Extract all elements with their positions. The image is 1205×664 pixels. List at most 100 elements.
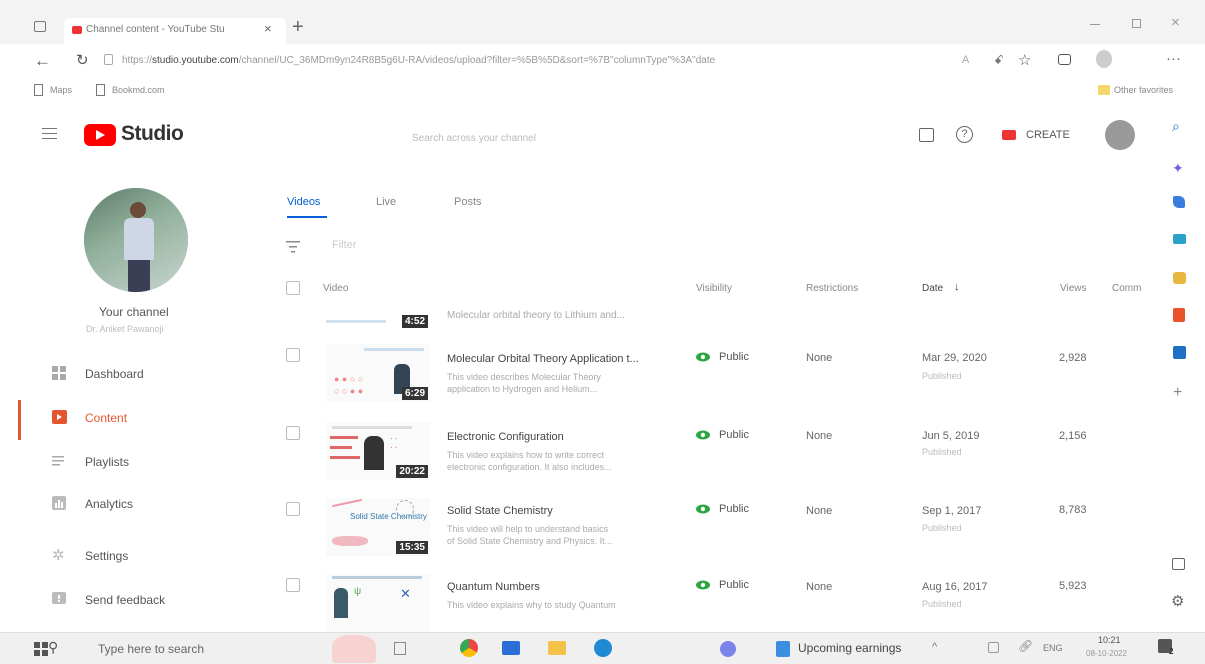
video-thumbnail[interactable]: 4:52 [324, 306, 430, 330]
visibility-value[interactable]: Public [719, 503, 749, 515]
maximize-icon[interactable] [1132, 19, 1141, 28]
refresh-icon[interactable]: ↻ [76, 51, 89, 69]
chrome-icon[interactable] [460, 639, 478, 657]
sparkle-icon[interactable]: ✦ [1172, 160, 1184, 177]
read-aloud-icon[interactable]: A [962, 54, 969, 66]
video-description: of Solid State Chemistry and Physics. It… [447, 536, 613, 546]
language-indicator[interactable]: ENG [1043, 643, 1063, 653]
video-title[interactable]: Molecular Orbital Theory Application t..… [447, 353, 667, 365]
tab-actions-icon[interactable] [34, 21, 46, 32]
favorite-maps[interactable]: Maps [50, 85, 72, 95]
col-date[interactable]: Date [922, 283, 943, 294]
tab-posts[interactable]: Posts [454, 196, 482, 208]
video-thumbnail[interactable]: ψ ✕ [326, 574, 430, 632]
video-thumbnail[interactable]: · · · · 20:22 [326, 422, 430, 480]
search-icon[interactable]: ⌕ [1172, 118, 1180, 135]
teams-icon[interactable] [720, 641, 736, 657]
collections-icon[interactable] [1058, 54, 1071, 65]
briefcase-icon[interactable] [1173, 234, 1186, 244]
row-checkbox[interactable] [286, 578, 300, 592]
search-highlight-image[interactable] [332, 635, 376, 663]
taskbar-search-input[interactable]: Type here to search [98, 642, 204, 656]
select-all-checkbox[interactable] [286, 281, 300, 295]
video-title[interactable]: Quantum Numbers [447, 581, 667, 593]
tab-live[interactable]: Live [376, 196, 396, 208]
account-avatar[interactable] [1105, 120, 1135, 150]
address-bar[interactable]: https://studio.youtube.com/channel/UC_36… [122, 55, 922, 66]
table-row[interactable]: ● ● ○ ○ ○ ○ ● ● 6:29 Molecular Orbital T… [270, 340, 1150, 410]
col-visibility: Visibility [696, 283, 732, 294]
sidebar-item-label: Analytics [85, 497, 134, 511]
outlook-icon[interactable] [1173, 346, 1186, 359]
close-tab-icon[interactable]: × [264, 21, 272, 36]
hamburger-menu-icon[interactable] [42, 128, 57, 139]
news-icon[interactable] [776, 641, 790, 657]
add-icon[interactable]: + [1173, 384, 1182, 402]
visibility-value[interactable]: Public [719, 579, 749, 591]
sidebar-panel-icon[interactable] [1172, 558, 1185, 570]
settings-gear-icon[interactable]: ⚙ [1171, 592, 1184, 610]
file-explorer-icon[interactable] [548, 641, 566, 655]
sort-arrow-down-icon[interactable]: ↓ [954, 281, 960, 293]
row-checkbox[interactable] [286, 502, 300, 516]
news-widget[interactable]: Upcoming earnings [798, 641, 901, 655]
channel-avatar[interactable] [84, 188, 188, 292]
link-icon[interactable]: 🔗︎ [1018, 639, 1033, 653]
browser-tab[interactable]: Channel content - YouTube Stu × [64, 18, 286, 44]
visibility-value[interactable]: Public [719, 351, 749, 363]
channel-search-input[interactable]: Search across your channel [412, 133, 536, 144]
table-row[interactable]: Solid State Chemistry 15:35 Solid State … [270, 494, 1150, 564]
table-row[interactable]: · · · · 20:22 Electronic Configuration Th… [270, 418, 1150, 488]
active-tab-underline [287, 216, 327, 218]
sidebar-item-analytics[interactable]: Analytics [0, 486, 270, 526]
sidebar-item-send-feedback[interactable]: Send feedback [0, 582, 270, 622]
sidebar-item-dashboard[interactable]: Dashboard [0, 356, 270, 396]
video-title[interactable]: Molecular orbital theory to Lithium and.… [447, 310, 625, 321]
chevron-up-icon[interactable]: ^ [932, 641, 937, 653]
visibility-value[interactable]: Public [719, 429, 749, 441]
new-tab-button[interactable]: + [292, 16, 304, 39]
task-view-icon[interactable] [394, 642, 406, 655]
public-eye-icon [696, 504, 710, 514]
video-thumbnail[interactable]: Solid State Chemistry 15:35 [326, 498, 430, 556]
edge-browser-icon[interactable] [594, 639, 612, 657]
table-row[interactable]: 4:52 Molecular orbital theory to Lithium… [270, 306, 1150, 330]
active-indicator [18, 400, 21, 440]
row-checkbox[interactable] [286, 348, 300, 362]
windows-start-icon[interactable] [34, 642, 48, 656]
url-path: /channel/UC_36MDm9yn24R8B5g6U-RA/videos/… [238, 55, 716, 66]
more-options-icon[interactable]: ··· [1166, 50, 1181, 67]
favorites-star-icon[interactable]: ☆ [1018, 51, 1031, 69]
sidebar-item-label: Playlists [85, 455, 130, 469]
other-favorites[interactable]: Other favorites [1114, 85, 1173, 95]
profile-icon[interactable] [1096, 50, 1112, 68]
filter-bar[interactable]: Filter [270, 232, 1150, 260]
video-description: This video explains why to study Quantum [447, 600, 616, 610]
lock-icon[interactable] [104, 54, 113, 65]
sidebar-item-content[interactable]: Content [0, 400, 270, 440]
video-title[interactable]: Solid State Chemistry [447, 505, 667, 517]
clock-date[interactable]: 08-10-2022 [1086, 649, 1127, 658]
search-icon[interactable]: ⚲ [48, 639, 58, 656]
sidebar-item-settings[interactable]: ✲ Settings [0, 538, 270, 578]
tag-icon[interactable] [1173, 196, 1185, 208]
sidebar-item-playlists[interactable]: Playlists [0, 444, 270, 484]
table-row[interactable]: ψ ✕ Quantum Numbers This video explains … [270, 570, 1150, 632]
row-checkbox[interactable] [286, 426, 300, 440]
tab-videos[interactable]: Videos [287, 196, 320, 208]
video-thumbnail[interactable]: ● ● ○ ○ ○ ○ ● ● 6:29 [326, 344, 430, 402]
minimize-icon[interactable] [1090, 24, 1100, 25]
help-icon[interactable]: ? [956, 126, 973, 143]
close-window-icon[interactable]: × [1171, 14, 1180, 31]
messages-icon[interactable] [919, 128, 934, 142]
back-icon[interactable]: ← [34, 51, 51, 71]
office-icon[interactable] [1173, 308, 1185, 322]
mail-icon[interactable] [502, 641, 520, 655]
favorite-bookmd[interactable]: Bookmd.com [112, 85, 165, 95]
tracking-icon[interactable]: ꗃ [994, 53, 1004, 68]
network-icon[interactable] [988, 642, 999, 653]
games-icon[interactable] [1173, 272, 1186, 284]
video-title[interactable]: Electronic Configuration [447, 431, 667, 443]
clock-time[interactable]: 10:21 [1098, 635, 1121, 645]
filter-input[interactable]: Filter [332, 239, 356, 251]
